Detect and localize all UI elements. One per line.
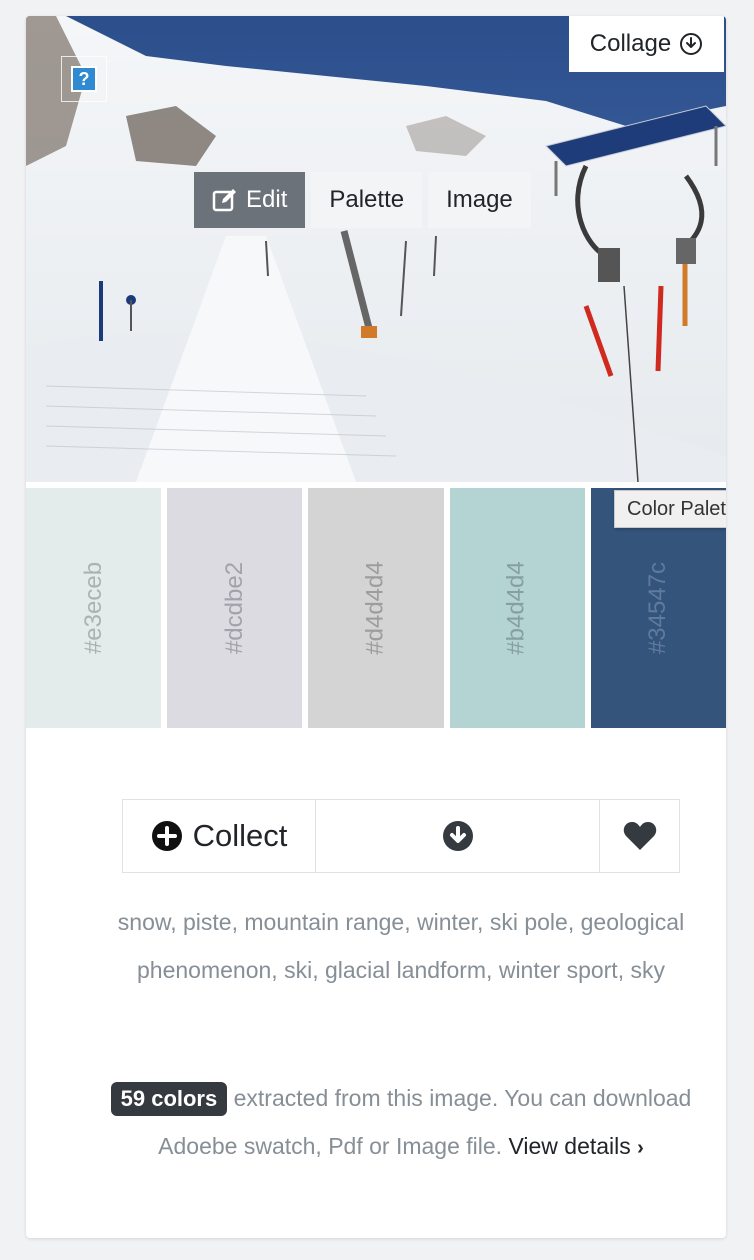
plus-circle-icon — [151, 821, 182, 851]
favorite-button[interactable] — [599, 800, 679, 872]
swatch-hex-label: #d4d4d4 — [362, 561, 389, 655]
colors-count-badge: 59 colors — [110, 1082, 228, 1116]
color-swatch[interactable]: #e3eceb — [26, 488, 162, 728]
download-circle-icon — [442, 821, 473, 851]
download-button[interactable] — [315, 800, 599, 872]
ski-slope-photo[interactable]: Collage ? Edit Palette Image — [26, 16, 726, 482]
tab-image-label: Image — [446, 186, 513, 213]
swatch-hex-label: #34547c — [644, 561, 672, 655]
help-icon: ? — [71, 66, 97, 92]
download-circle-icon — [680, 33, 703, 55]
view-details-label: View details — [508, 1133, 631, 1159]
photo-image — [26, 16, 726, 482]
action-bar: Collect — [122, 799, 680, 873]
edit-icon — [212, 189, 236, 212]
tab-palette-label: Palette — [329, 186, 405, 213]
collage-button[interactable]: Collage — [569, 16, 724, 72]
view-details-link[interactable]: View details › — [508, 1133, 643, 1159]
color-swatch[interactable]: #b4d4d4 — [449, 488, 585, 728]
swatch-hex-label: #e3eceb — [79, 561, 107, 655]
view-tabs: Edit Palette Image — [194, 172, 531, 228]
tab-edit-label: Edit — [246, 186, 288, 213]
palette-card: Collage ? Edit Palette Image #e3eceb #dc… — [26, 16, 726, 1238]
collect-button[interactable]: Collect — [123, 800, 315, 872]
tab-image[interactable]: Image — [428, 172, 531, 228]
chevron-right-icon: › — [637, 1137, 644, 1159]
extraction-info: 59 colors extracted from this image. You… — [86, 1074, 716, 1172]
tag-list: snow, piste, mountain range, winter, ski… — [117, 909, 685, 983]
tab-edit[interactable]: Edit — [194, 172, 306, 228]
tab-palette[interactable]: Palette — [311, 172, 423, 228]
heart-icon — [623, 822, 656, 850]
tooltip: Color Palette Ic — [614, 490, 726, 528]
color-swatch[interactable]: #dcdbe2 — [167, 488, 303, 728]
help-button[interactable]: ? — [61, 56, 107, 102]
color-swatch[interactable]: #d4d4d4 — [308, 488, 444, 728]
swatch-hex-label: #dcdbe2 — [220, 561, 248, 655]
swatch-hex-label: #b4d4d4 — [503, 561, 531, 655]
collage-label: Collage — [589, 30, 672, 57]
collect-label: Collect — [192, 818, 288, 853]
